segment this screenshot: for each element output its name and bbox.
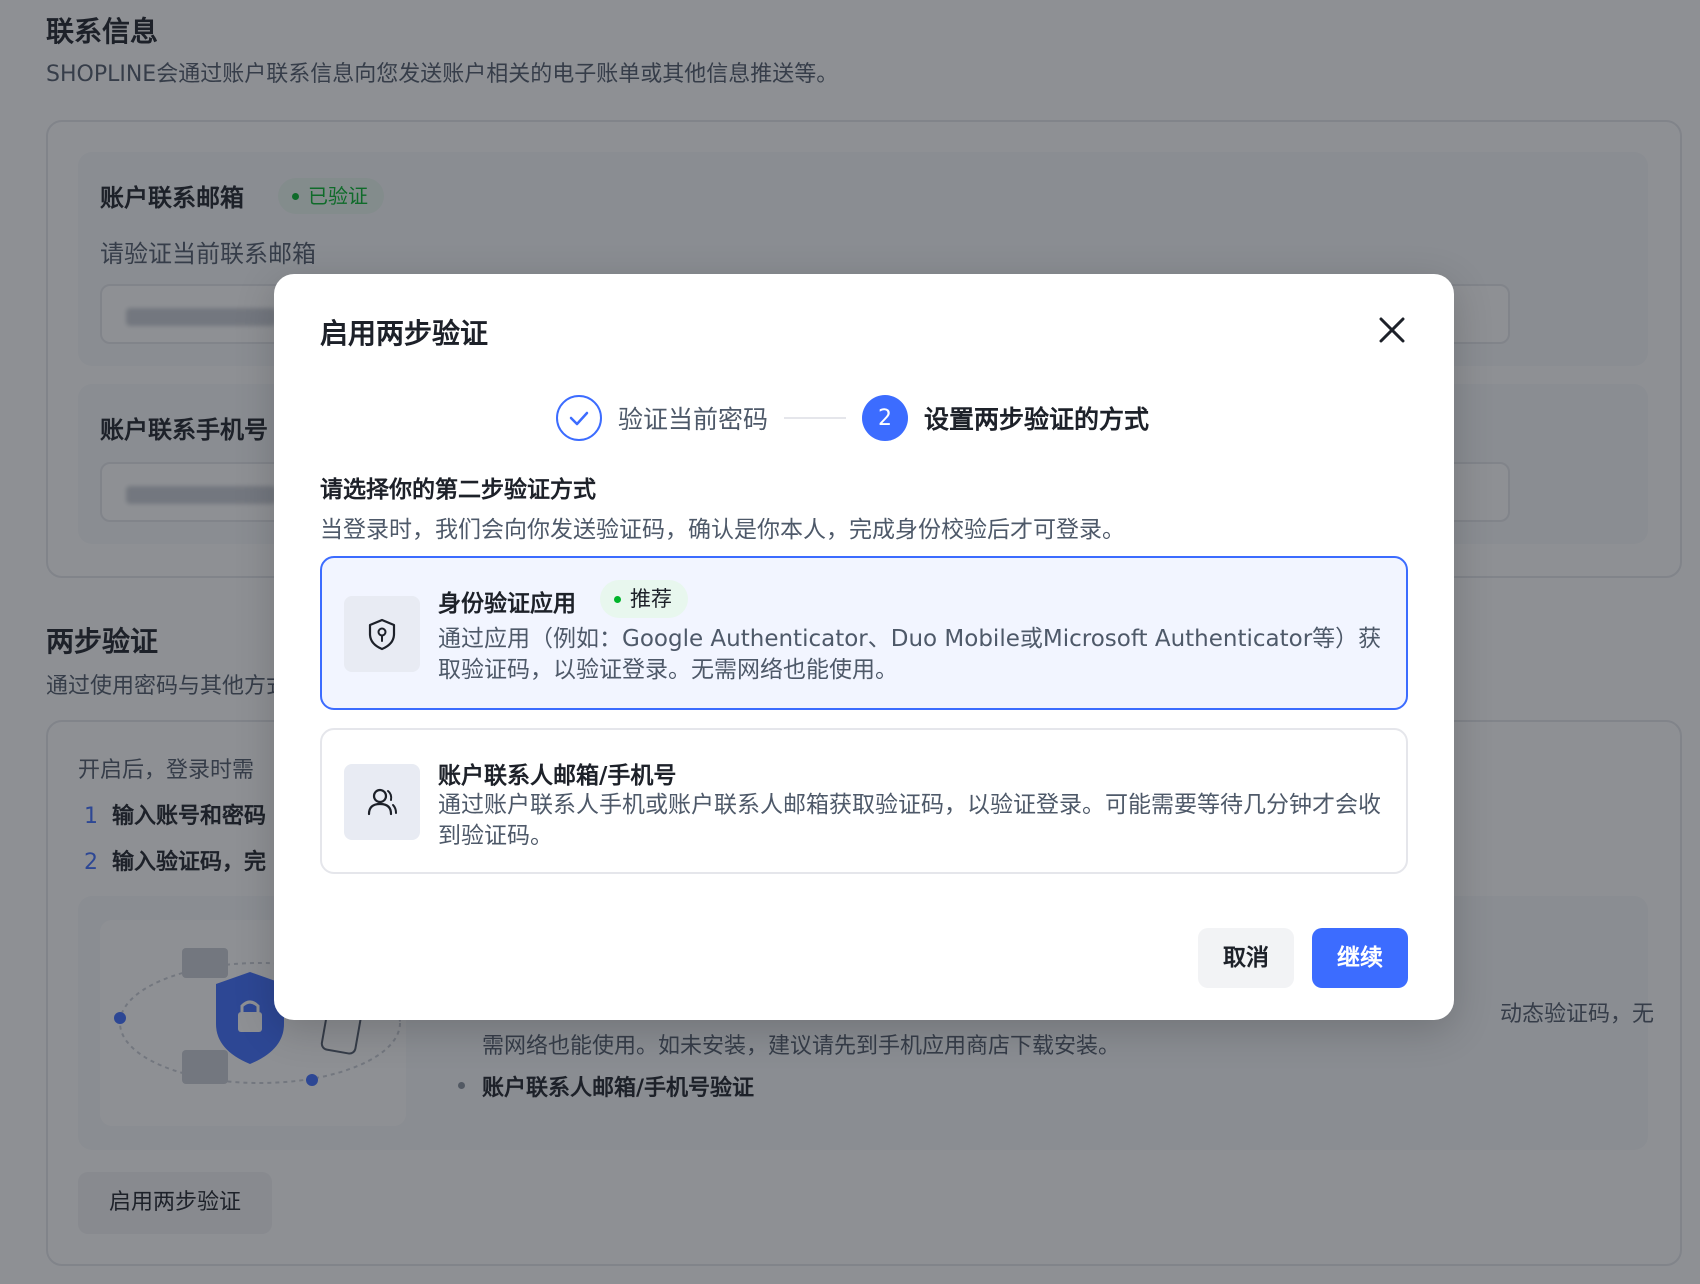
- recommended-badge: 推荐: [600, 580, 688, 618]
- shield-key-icon: [344, 596, 420, 672]
- close-button[interactable]: [1372, 310, 1412, 350]
- step-connector: [784, 417, 847, 419]
- close-icon: [1379, 317, 1405, 343]
- step-1-label: 验证当前密码: [618, 405, 769, 434]
- two-step-modal: 启用两步验证 验证当前密码 2 设置两步验证的方式 请选择你的第二步验证方式 当…: [274, 274, 1454, 1020]
- option-authenticator-desc: 通过应用（例如：Google Authenticator、Duo Mobile或…: [438, 626, 1382, 683]
- step-2-number: 2: [862, 395, 909, 441]
- method-section-desc: 当登录时，我们会向你发送验证码，确认是你本人，完成身份校验后才可登录。: [320, 517, 1125, 543]
- modal-title: 启用两步验证: [320, 317, 489, 350]
- continue-button[interactable]: 继续: [1312, 928, 1408, 988]
- step-2-label: 设置两步验证的方式: [924, 405, 1150, 434]
- method-section-label: 请选择你的第二步验证方式: [320, 477, 596, 503]
- option-authenticator-app[interactable]: 身份验证应用 推荐 通过应用（例如：Google Authenticator、D…: [320, 556, 1408, 710]
- step-indicator: 验证当前密码 2 设置两步验证的方式: [556, 394, 1149, 442]
- option-email-phone[interactable]: 账户联系人邮箱/手机号 通过账户联系人手机或账户联系人邮箱获取验证码，以验证登录…: [320, 728, 1408, 874]
- option-authenticator-title: 身份验证应用: [438, 591, 576, 617]
- option-email-phone-title: 账户联系人邮箱/手机号: [438, 763, 677, 789]
- option-email-phone-desc: 通过账户联系人手机或账户联系人邮箱获取验证码，以验证登录。可能需要等待几分钟才会…: [438, 792, 1381, 849]
- user-icon: [344, 764, 420, 840]
- step-done-check-icon: [556, 395, 602, 441]
- cancel-button[interactable]: 取消: [1198, 928, 1294, 988]
